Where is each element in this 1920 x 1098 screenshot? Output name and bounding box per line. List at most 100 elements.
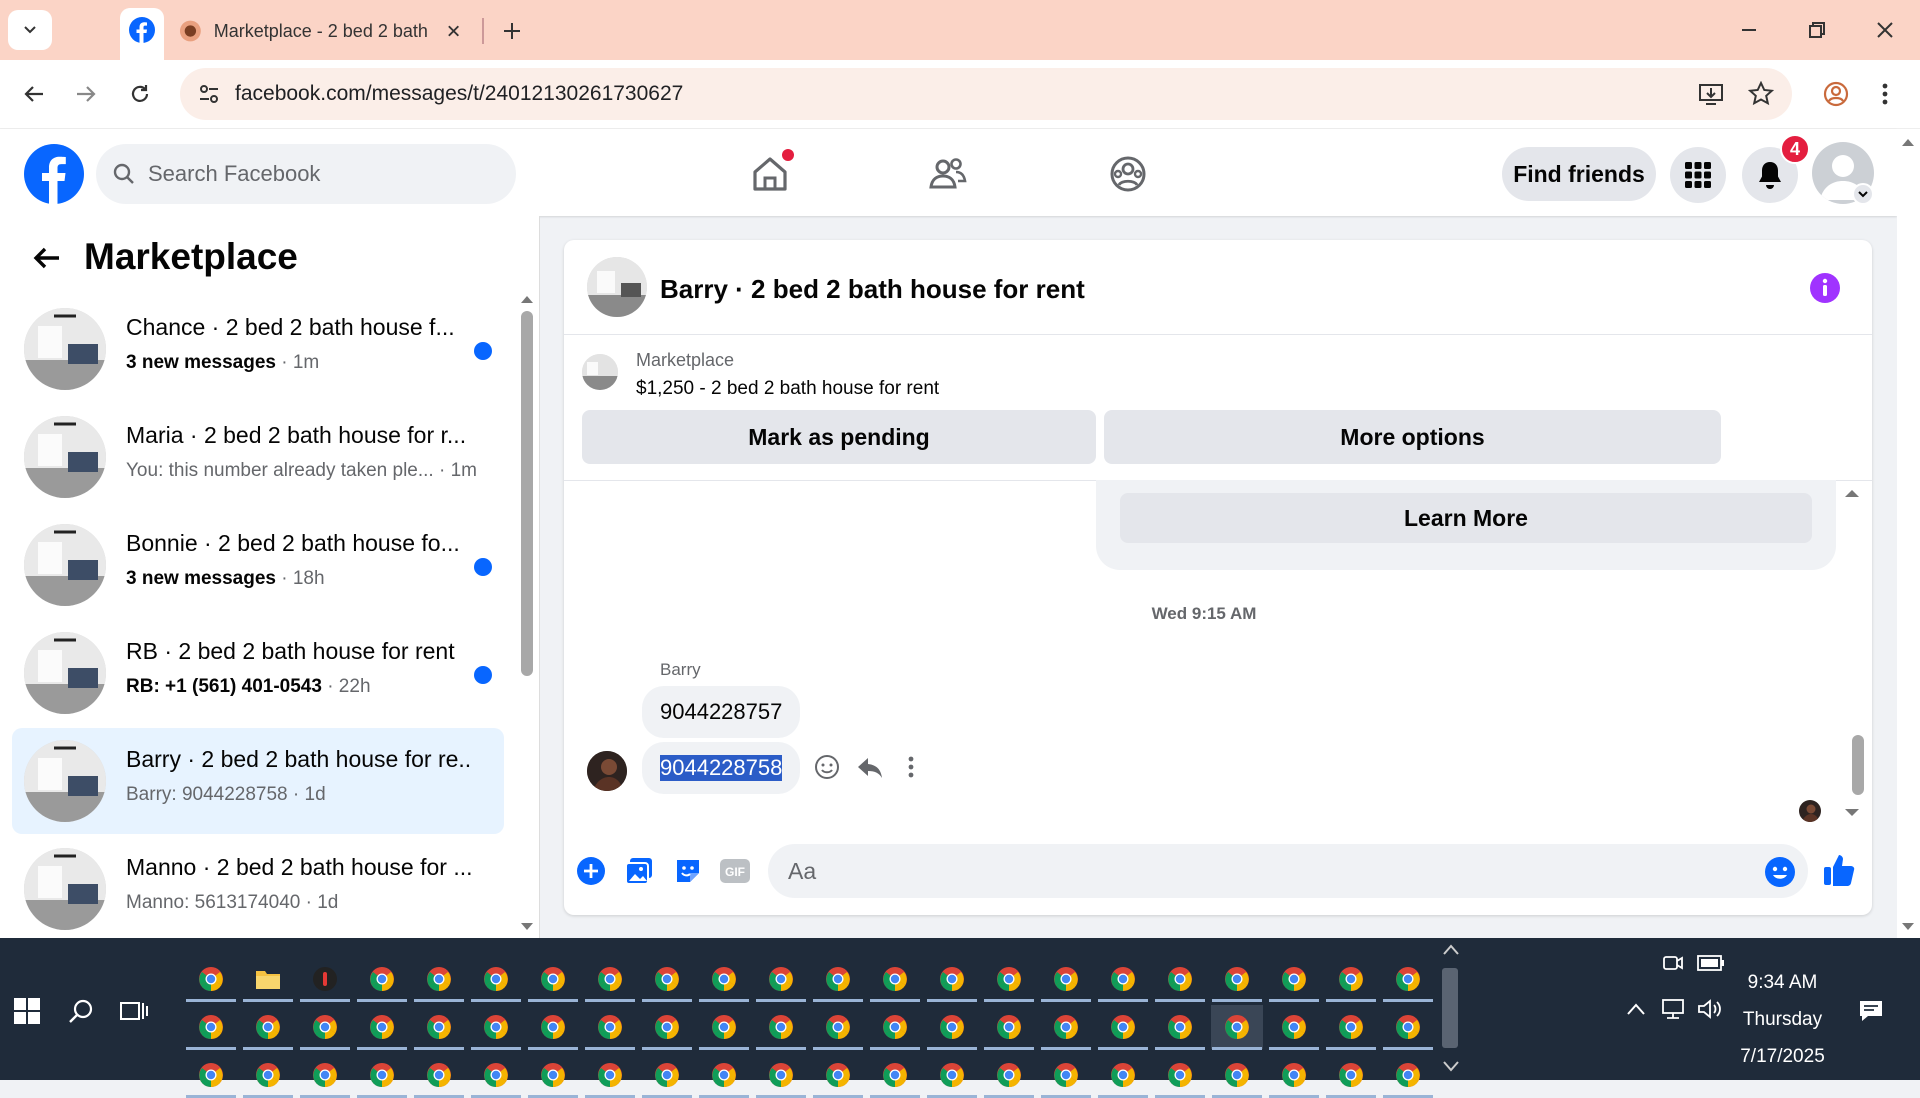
taskbar-app-button[interactable] — [251, 1010, 285, 1044]
search-icon[interactable] — [68, 998, 94, 1024]
taskbar-app-button[interactable] — [1049, 962, 1083, 996]
site-settings-icon[interactable] — [198, 83, 220, 105]
search-box[interactable] — [96, 144, 516, 204]
address-bar[interactable]: facebook.com/messages/t/2401213026173062… — [180, 68, 1792, 120]
taskbar-app-button[interactable] — [821, 1010, 855, 1044]
taskbar-app-button[interactable] — [593, 1010, 627, 1044]
scroll-up-arrow-icon[interactable] — [1844, 488, 1860, 498]
taskbar-app-button[interactable] — [707, 1010, 741, 1044]
close-icon[interactable] — [446, 23, 461, 39]
close-window-button[interactable] — [1860, 12, 1910, 48]
taskbar-app-button[interactable] — [1277, 1058, 1311, 1092]
back-button[interactable] — [14, 74, 54, 114]
taskbar-scroll-down-icon[interactable] — [1443, 1060, 1459, 1072]
taskbar-app-button[interactable] — [707, 1058, 741, 1092]
taskbar-app-button[interactable] — [308, 1058, 342, 1092]
clock-day[interactable]: Thursday — [1720, 1009, 1845, 1031]
scroll-down-arrow-icon[interactable] — [1901, 922, 1915, 932]
taskbar-app-button[interactable] — [1391, 1010, 1425, 1044]
taskbar-app-button[interactable] — [764, 1058, 798, 1092]
nav-groups[interactable] — [1103, 149, 1153, 199]
taskbar-app-button[interactable] — [1106, 1058, 1140, 1092]
more-actions-icon[interactable] — [908, 756, 914, 778]
chat-title[interactable]: Barry · 2 bed 2 bath house for rent — [660, 274, 1085, 305]
taskbar-app-button[interactable] — [365, 1010, 399, 1044]
taskbar-app-button[interactable] — [1220, 962, 1254, 996]
mark-as-pending-button[interactable]: Mark as pending — [582, 410, 1096, 464]
tab-marketplace[interactable]: Marketplace - 2 bed 2 bath house for ren… — [165, 10, 475, 52]
new-tab-button[interactable] — [492, 12, 532, 50]
taskbar-app-button[interactable] — [650, 1010, 684, 1044]
tab-search-button[interactable] — [8, 10, 52, 50]
taskbar-app-button[interactable] — [1334, 1010, 1368, 1044]
taskbar-app-button[interactable] — [479, 1010, 513, 1044]
taskbar-app-button[interactable] — [1106, 962, 1140, 996]
taskbar-app-button[interactable] — [194, 1010, 228, 1044]
gif-icon[interactable]: GIF — [719, 856, 751, 886]
tab-facebook-pinned[interactable] — [120, 8, 164, 60]
taskbar-app-button[interactable] — [1391, 1058, 1425, 1092]
conversation-item[interactable]: Bonnie · 2 bed 2 bath house fo... 3 new m… — [12, 512, 504, 618]
taskbar-app-button[interactable] — [194, 962, 228, 996]
taskbar-app-button[interactable] — [935, 1058, 969, 1092]
conversation-item[interactable]: Barry · 2 bed 2 bath house for re... Barr… — [12, 728, 504, 834]
task-view-icon[interactable] — [120, 998, 148, 1024]
scroll-down-arrow-icon[interactable] — [520, 922, 534, 932]
scroll-up-arrow-icon[interactable] — [1901, 137, 1915, 147]
install-app-icon[interactable] — [1698, 82, 1724, 106]
message-bubble-selected[interactable]: 9044228758 — [642, 742, 801, 794]
conversation-item[interactable]: RB · 2 bed 2 bath house for rent RB: +1 (… — [12, 620, 504, 726]
taskbar-app-button[interactable] — [194, 1058, 228, 1092]
nav-friends[interactable] — [923, 149, 973, 199]
conversation-list-scrollbar[interactable] — [521, 311, 533, 676]
taskbar-app-button[interactable] — [992, 1010, 1026, 1044]
conversation-item[interactable]: Maria · 2 bed 2 bath house for r... You: … — [12, 404, 504, 510]
menu-button[interactable] — [1670, 147, 1726, 203]
reply-icon[interactable] — [856, 754, 884, 780]
minimize-button[interactable] — [1724, 12, 1774, 48]
windows-start-icon[interactable] — [14, 998, 40, 1024]
meet-now-icon[interactable] — [1662, 952, 1684, 974]
clock-date[interactable]: 7/17/2025 — [1720, 1046, 1845, 1068]
browser-menu-button[interactable] — [1870, 74, 1900, 114]
emoji-icon[interactable] — [1764, 856, 1796, 888]
taskbar-app-button[interactable] — [821, 962, 855, 996]
conversation-item[interactable]: Chance · 2 bed 2 bath house f... 3 new me… — [12, 296, 504, 402]
sender-avatar[interactable] — [587, 751, 627, 791]
react-emoji-icon[interactable] — [814, 754, 840, 780]
thumbs-up-icon[interactable] — [1822, 852, 1856, 888]
scroll-up-arrow-icon[interactable] — [520, 294, 534, 304]
taskbar-app-button[interactable] — [1220, 1058, 1254, 1092]
taskbar-app-button[interactable] — [1334, 962, 1368, 996]
learn-more-button[interactable]: Learn More — [1120, 493, 1812, 543]
nav-home[interactable] — [745, 149, 795, 199]
chat-scrollbar[interactable] — [1852, 735, 1864, 795]
chevron-up-icon[interactable] — [1626, 1002, 1646, 1016]
taskbar-app-button[interactable] — [878, 962, 912, 996]
listing-text[interactable]: $1,250 - 2 bed 2 bath house for rent — [636, 378, 939, 400]
search-input[interactable] — [148, 161, 478, 187]
taskbar-app-button[interactable] — [1049, 1010, 1083, 1044]
reload-button[interactable] — [120, 74, 160, 114]
taskbar-app-button[interactable] — [1163, 1058, 1197, 1092]
message-bubble[interactable]: 9044228757 — [642, 686, 801, 738]
clock-time[interactable]: 9:34 AM — [1720, 972, 1845, 994]
taskbar-app-button[interactable] — [536, 1010, 570, 1044]
conversation-item[interactable]: Manno · 2 bed 2 bath house for ... Manno:… — [12, 836, 504, 942]
taskbar-app-button[interactable] — [878, 1010, 912, 1044]
profile-button[interactable] — [1816, 74, 1856, 114]
account-dropdown[interactable] — [1852, 183, 1874, 205]
taskbar-app-button[interactable] — [479, 1058, 513, 1092]
taskbar-app-button[interactable] — [935, 1010, 969, 1044]
arrow-left-icon[interactable] — [32, 243, 62, 273]
forward-button[interactable] — [66, 74, 106, 114]
facebook-logo-icon[interactable] — [24, 144, 84, 204]
taskbar-app-button[interactable] — [1391, 962, 1425, 996]
taskbar-app-button[interactable] — [650, 1058, 684, 1092]
taskbar-app-button[interactable] — [422, 1058, 456, 1092]
taskbar-app-button[interactable] — [365, 1058, 399, 1092]
listing-thumbnail[interactable] — [582, 354, 618, 390]
sticker-icon[interactable] — [673, 856, 703, 886]
taskbar-app-button[interactable] — [1163, 962, 1197, 996]
taskbar-app-button[interactable] — [821, 1058, 855, 1092]
